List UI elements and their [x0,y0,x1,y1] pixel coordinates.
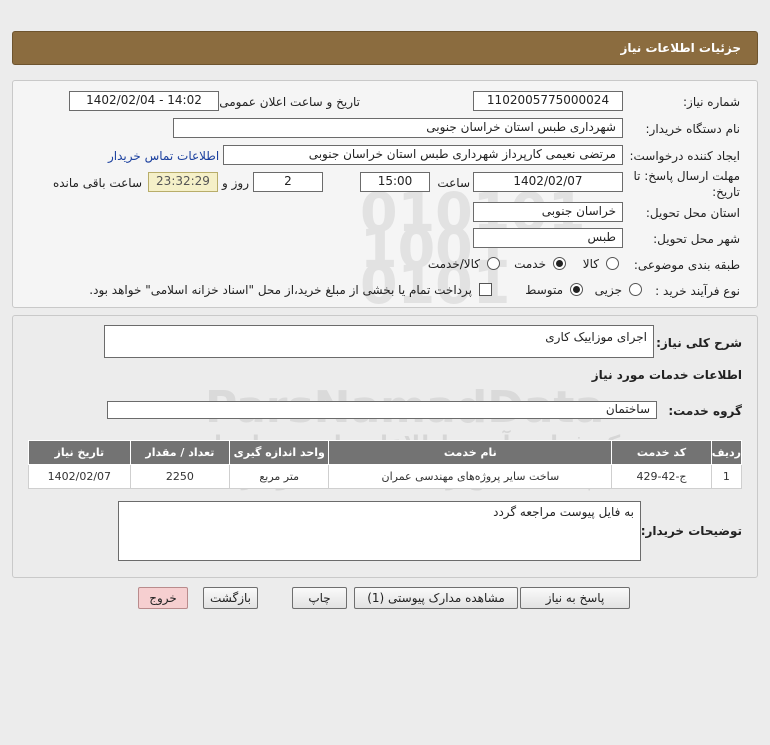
province-label: استان محل تحویل: [645,206,740,220]
category-option-goods: کالا [582,257,599,271]
process-option-medium: متوسط [525,283,563,297]
category-option-goods-service: کالا/خدمت [427,257,480,271]
col-unit: واحد اندازه گیری [229,440,330,465]
deadline-label: مهلت ارسال پاسخ: تا تاریخ: [633,168,740,200]
province-field: خراسان جنوبی [473,202,623,222]
services-heading: اطلاعات خدمات مورد نیاز [591,368,742,382]
announce-field: 1402/02/04 - 14:02 [69,91,219,111]
category-option-service: خدمت [514,257,546,271]
city-field: طبس [473,228,623,248]
treasury-checkbox[interactable] [479,283,492,296]
remaining-label: ساعت باقی مانده [52,176,142,190]
deadline-date-field: 1402/02/07 [473,172,623,192]
category-radio-goods[interactable] [606,257,619,270]
exit-button[interactable]: خروج [138,587,188,609]
process-radio-medium[interactable] [570,283,583,296]
category-label: طبقه بندی موضوعی: [633,258,740,272]
creator-field: مرتضی نعیمی کارپرداز شهرداری طبس استان خ… [223,145,623,165]
service-group-field: ساختمان [107,401,657,419]
back-button[interactable]: بازگشت [203,587,258,609]
cell-row: 1 [710,464,743,489]
buyer-notes-label: توضیحات خریدار: [640,524,742,538]
col-quantity: تعداد / مقدار [129,440,231,465]
page-title-bar: جزئیات اطلاعات نیاز [12,31,758,65]
print-button[interactable]: چاپ [292,587,347,609]
table-row: 1 ج-42-429 ساخت سایر پروژه‌های مهندسی عم… [28,464,743,489]
page-title: جزئیات اطلاعات نیاز [620,41,741,55]
col-row: ردیف [710,440,743,465]
services-table-header: ردیف کد خدمت نام خدمت واحد اندازه گیری ت… [28,440,743,465]
view-attachments-button[interactable]: مشاهده مدارک پیوستی (1) [354,587,518,609]
cell-unit: متر مربع [229,464,330,489]
cell-service-name: ساخت سایر پروژه‌های مهندسی عمران [328,464,613,489]
reply-button[interactable]: پاسخ به نیاز [520,587,630,609]
process-option-minor: جزیی [594,283,622,297]
category-radio-service[interactable] [553,257,566,270]
deadline-time-field: 15:00 [360,172,430,192]
col-need-date: تاریخ نیاز [28,440,131,465]
treasury-payment-note: پرداخت تمام یا بخشی از مبلغ خرید،از محل … [89,283,472,297]
col-service-name: نام خدمت [328,440,613,465]
process-radio-minor[interactable] [629,283,642,296]
process-label: نوع فرآیند خرید : [655,284,740,298]
need-number-field: 1102005775000024 [473,91,623,111]
buyer-notes-field: به فایل پیوست مراجعه گردد [118,501,641,561]
deadline-label-line2: تاریخ: [712,185,740,199]
buyer-label: نام دستگاه خریدار: [645,122,741,136]
need-desc-field: اجرای موزاییک کاری [104,325,654,358]
deadline-time-label: ساعت [437,176,470,190]
category-radio-goods-service[interactable] [487,257,500,270]
cell-service-code: ج-42-429 [611,464,712,489]
city-label: شهر محل تحویل: [653,232,740,246]
need-number-label: شماره نیاز: [683,95,740,109]
creator-label: ایجاد کننده درخواست: [629,149,740,163]
buyer-contact-link[interactable]: اطلاعات تماس خریدار [108,149,219,163]
need-desc-label: شرح کلی نیاز: [656,336,742,350]
buyer-field: شهرداری طبس استان خراسان جنوبی [173,118,623,138]
services-table: ردیف کد خدمت نام خدمت واحد اندازه گیری ت… [28,440,743,489]
days-label: روز و [222,176,249,190]
announce-label: تاریخ و ساعت اعلان عمومی: [215,95,360,109]
col-service-code: کد خدمت [611,440,712,465]
cell-need-date: 1402/02/07 [28,464,131,489]
cell-quantity: 2250 [129,464,231,489]
deadline-label-line1: مهلت ارسال پاسخ: تا [633,169,740,183]
remaining-time-field: 23:32:29 [148,172,218,192]
service-group-label: گروه خدمت: [668,404,742,418]
days-field: 2 [253,172,323,192]
